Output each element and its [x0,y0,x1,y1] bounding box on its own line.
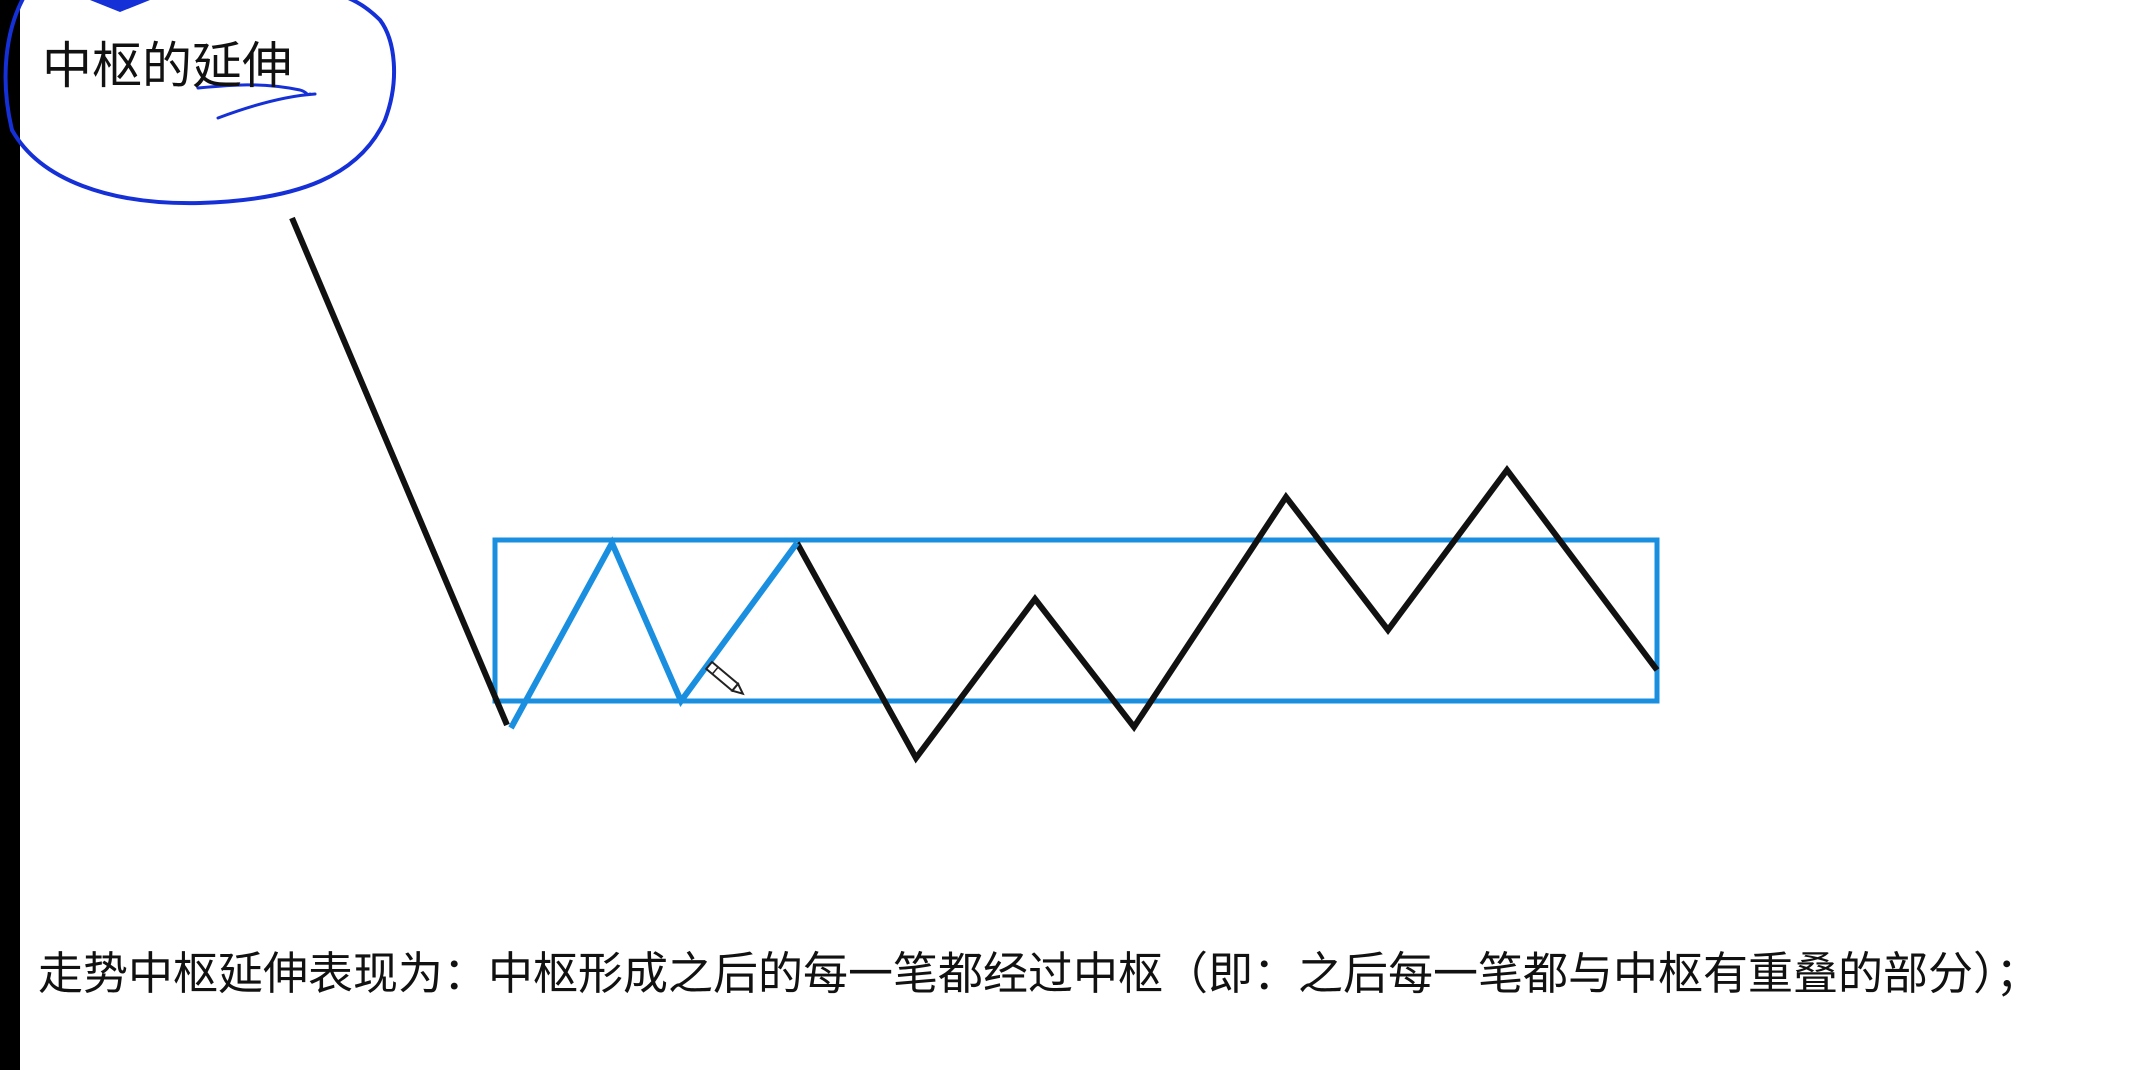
price-line-after [794,464,1660,764]
zhongshu-diagram [3,0,1660,764]
diagram-caption: 走势中枢延伸表现为：中枢形成之后的每一笔都经过中枢（即：之后每一笔都与中枢有重叠… [38,947,2041,1000]
diagram-title: 中枢的延伸 [42,37,292,95]
pencil-cursor-icon [704,660,745,696]
annotation-underline-2 [216,92,317,120]
annotation-circle [10,0,396,206]
annotation-circle-left-arc [3,0,25,132]
annotation-corner-mark [90,0,150,12]
price-line-entry [289,216,510,727]
canvas: 中枢的延伸 走势中枢延伸表现为：中枢形成之后的每一笔都经过中枢（即：之后每一笔都… [0,0,2156,1070]
